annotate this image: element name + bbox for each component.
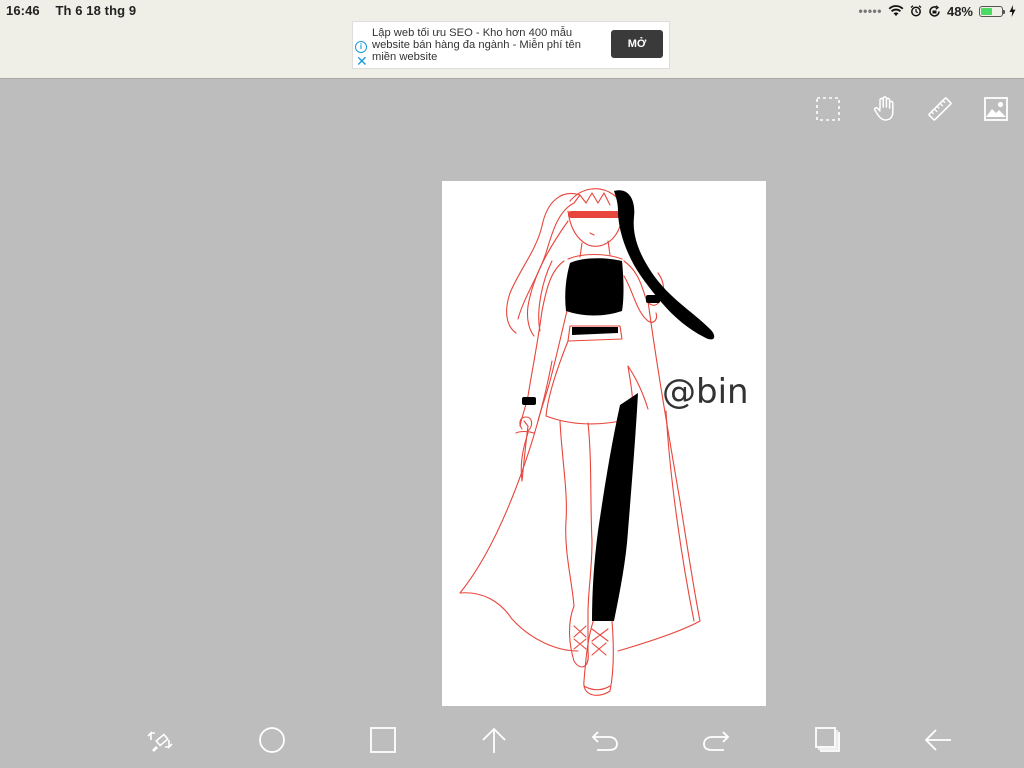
ellipse-icon[interactable]: [256, 724, 288, 756]
alarm-icon: [910, 5, 922, 17]
upload-arrow-icon[interactable]: [478, 724, 510, 756]
signature-text: @bin: [662, 372, 749, 412]
wifi-icon: [888, 5, 904, 17]
pan-hand-icon[interactable]: [870, 95, 898, 123]
redo-icon[interactable]: [700, 724, 732, 756]
selection-tool-icon[interactable]: [814, 95, 842, 123]
rectangle-icon[interactable]: [367, 724, 399, 756]
ad-text: Lập web tối ưu SEO - Kho hơn 400 mẫu web…: [372, 27, 581, 63]
ad-open-button[interactable]: MỞ: [611, 30, 663, 58]
signal-dots-icon: •••••: [858, 4, 882, 18]
status-bar-left: 16:46 Th 6 18 thg 9: [6, 3, 136, 18]
status-time: 16:46: [6, 3, 40, 18]
ad-banner[interactable]: i ✕ Lập web tối ưu SEO - Kho hơn 400 mẫu…: [352, 21, 670, 69]
info-icon[interactable]: i: [355, 41, 367, 53]
layers-icon[interactable]: [812, 724, 844, 756]
transform-icon[interactable]: [144, 724, 176, 756]
image-icon[interactable]: [982, 95, 1010, 123]
charging-icon: [1009, 5, 1016, 17]
top-header: 16:46 Th 6 18 thg 9 ••••• 48% i ✕ Lập we…: [0, 0, 1024, 79]
drawing-artwork: @bin: [459, 188, 749, 696]
drawing-canvas[interactable]: @bin: [442, 181, 766, 706]
battery-percent: 48%: [946, 3, 973, 19]
status-date: Th 6 18 thg 9: [55, 3, 137, 18]
undo-icon[interactable]: [589, 724, 621, 756]
back-arrow-icon[interactable]: [922, 724, 954, 756]
status-bar-right: ••••• 48%: [858, 3, 1016, 19]
ruler-icon[interactable]: [926, 95, 954, 123]
rotation-lock-icon: [928, 4, 941, 18]
battery-icon: [979, 5, 1005, 17]
close-icon[interactable]: ✕: [356, 54, 368, 68]
